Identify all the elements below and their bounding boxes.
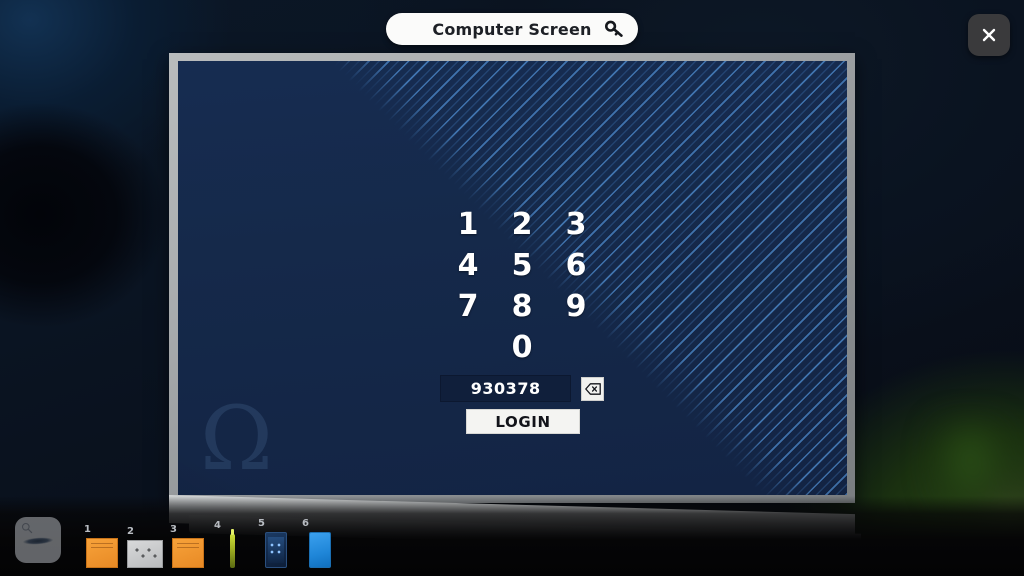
hotbar-slot-6-number: 6: [302, 518, 309, 529]
computer-monitor: Ω 1 2 3 4 5 6 7 8 9 0 930378 LOGIN: [169, 53, 861, 552]
keypad-row-2: 4 5 6: [440, 245, 604, 286]
keypad-key-0[interactable]: 0: [495, 327, 549, 368]
hotbar-slot-5[interactable]: 5: [258, 518, 292, 568]
keypad-row-3: 7 8 9: [440, 286, 604, 327]
hotbar-slot-2-number: 2: [127, 526, 134, 537]
orange-note-icon: [172, 538, 204, 568]
hotbar-slot-2[interactable]: 2: [127, 526, 163, 568]
monitor-display-area: Ω 1 2 3 4 5 6 7 8 9 0 930378 LOGIN: [178, 61, 847, 495]
keypad-key-1[interactable]: 1: [441, 204, 495, 245]
numeric-keypad[interactable]: 1 2 3 4 5 6 7 8 9 0: [440, 204, 604, 368]
keypad-key-8[interactable]: 8: [495, 286, 549, 327]
backspace-button[interactable]: [581, 376, 604, 401]
key-icon: [604, 19, 624, 39]
game-scene: Ω 1 2 3 4 5 6 7 8 9 0 930378 LOGIN Compu…: [0, 0, 1024, 576]
omega-watermark: Ω: [200, 387, 273, 490]
keypad-key-6[interactable]: 6: [549, 245, 603, 286]
hotbar-slot-1-number: 1: [84, 524, 91, 535]
blue-keycard-icon: [309, 532, 331, 568]
hotbar-slot-6[interactable]: 6: [302, 518, 336, 568]
glowstick-icon: [229, 529, 235, 568]
keypad-key-4[interactable]: 4: [441, 245, 495, 286]
hotbar-slot-1[interactable]: 1: [84, 524, 118, 568]
blade-item-icon: [19, 534, 57, 548]
code-input[interactable]: 930378: [440, 375, 572, 402]
inspect-slot[interactable]: [15, 517, 61, 563]
window-title-bar: Computer Screen: [386, 13, 638, 45]
login-button[interactable]: LOGIN: [466, 409, 580, 434]
hotbar-slot-3-number: 3: [170, 524, 177, 535]
keypad-key-2[interactable]: 2: [495, 204, 549, 245]
hotbar-slot-3[interactable]: 3: [170, 524, 204, 568]
keypad-key-3[interactable]: 3: [549, 204, 603, 245]
grey-card-icon: [127, 540, 163, 568]
close-icon: [982, 28, 996, 42]
keypad-key-9[interactable]: 9: [549, 286, 603, 327]
hotbar-slot-4-number: 4: [214, 520, 221, 531]
orange-note-icon: [86, 538, 118, 568]
login-screen: Ω 1 2 3 4 5 6 7 8 9 0 930378 LOGIN: [178, 61, 847, 495]
magnifier-icon: [21, 522, 33, 534]
backspace-icon: [584, 382, 601, 395]
phone-icon: [265, 532, 287, 568]
keypad-row-4: 0: [440, 327, 604, 368]
hotbar: 1 2 3 4 5 6: [80, 516, 410, 572]
keypad-row-1: 1 2 3: [440, 204, 604, 245]
code-entry-row: 930378: [440, 375, 604, 402]
close-button[interactable]: [968, 14, 1010, 56]
hotbar-slot-4[interactable]: 4: [214, 520, 248, 568]
page-title: Computer Screen: [432, 19, 592, 39]
keypad-key-7[interactable]: 7: [441, 286, 495, 327]
keypad-key-5[interactable]: 5: [495, 245, 549, 286]
hotbar-slot-5-number: 5: [258, 518, 265, 529]
